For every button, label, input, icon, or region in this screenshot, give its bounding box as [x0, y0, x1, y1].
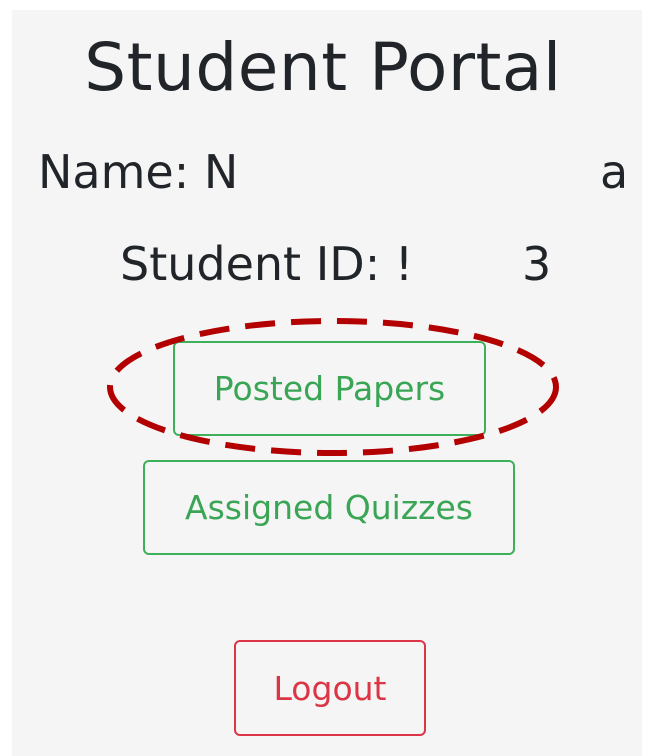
student-name-tail: a [600, 145, 629, 199]
page-title: Student Portal [84, 29, 562, 106]
name-redaction [282, 146, 594, 202]
posted-papers-button[interactable]: Posted Papers [173, 341, 486, 436]
student-id: Student ID: ! [120, 237, 414, 291]
logout-button[interactable]: Logout [234, 640, 426, 736]
student-id-tail: 3 [522, 237, 552, 291]
student-id-redaction [458, 238, 520, 294]
student-name: Name: N [38, 145, 239, 199]
assigned-quizzes-button[interactable]: Assigned Quizzes [143, 460, 515, 555]
